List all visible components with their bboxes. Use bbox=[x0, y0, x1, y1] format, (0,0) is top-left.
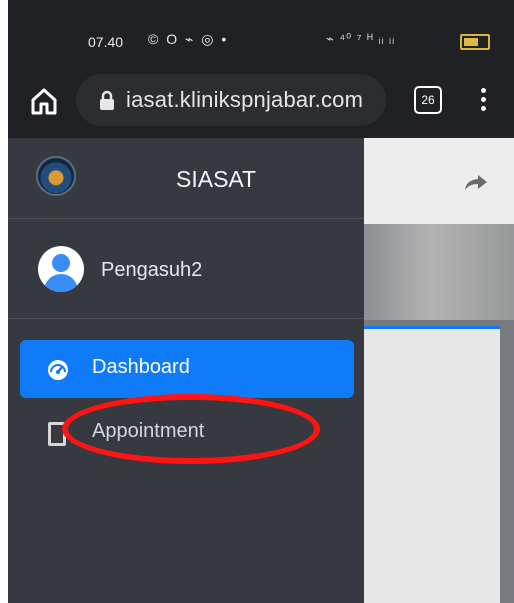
status-icons-left: © O ⌁ ◎ • bbox=[148, 31, 229, 47]
page-content bbox=[364, 138, 514, 603]
annotation-circle bbox=[62, 394, 320, 464]
brand-name: SIASAT bbox=[176, 166, 257, 192]
content-banner bbox=[364, 224, 514, 320]
status-icons-right: ⌁ ⁴⁰ ⁷ ᴴ ᵢᵢ ᵢᵢ bbox=[326, 31, 396, 46]
speedometer-icon bbox=[46, 358, 70, 382]
brand-header: SIASAT bbox=[8, 138, 364, 219]
home-icon[interactable] bbox=[30, 86, 58, 116]
share-icon[interactable] bbox=[464, 172, 490, 192]
url-text: iasat.klinikspnjabar.com bbox=[126, 87, 364, 112]
tabs-button[interactable]: 26 bbox=[414, 86, 442, 114]
phone-screen: 07.40 © O ⌁ ◎ • ⌁ ⁴⁰ ⁷ ᴴ ᵢᵢ ᵢᵢ iasat.kli… bbox=[8, 0, 514, 603]
sidebar-item-dashboard[interactable]: Dashboard bbox=[20, 340, 354, 398]
more-vert-icon[interactable] bbox=[478, 84, 488, 118]
user-panel[interactable]: Pengasuh2 bbox=[8, 218, 364, 319]
browser-toolbar: iasat.klinikspnjabar.com 26 bbox=[8, 70, 514, 138]
battery-icon bbox=[460, 34, 490, 50]
logo-icon bbox=[36, 156, 76, 196]
lock-icon bbox=[96, 89, 118, 111]
user-name: Pengasuh2 bbox=[101, 259, 203, 281]
content-card bbox=[364, 326, 500, 603]
sidebar-item-label: Dashboard bbox=[92, 356, 190, 378]
content-topbar bbox=[364, 138, 514, 224]
avatar-icon bbox=[38, 246, 84, 292]
status-time: 07.40 bbox=[88, 34, 124, 50]
side-drawer: SIASAT Pengasuh2 Dashboard Appointment bbox=[8, 138, 364, 603]
status-bar: 07.40 © O ⌁ ◎ • ⌁ ⁴⁰ ⁷ ᴴ ᵢᵢ ᵢᵢ bbox=[8, 0, 514, 70]
address-bar[interactable]: iasat.klinikspnjabar.com bbox=[76, 74, 386, 126]
